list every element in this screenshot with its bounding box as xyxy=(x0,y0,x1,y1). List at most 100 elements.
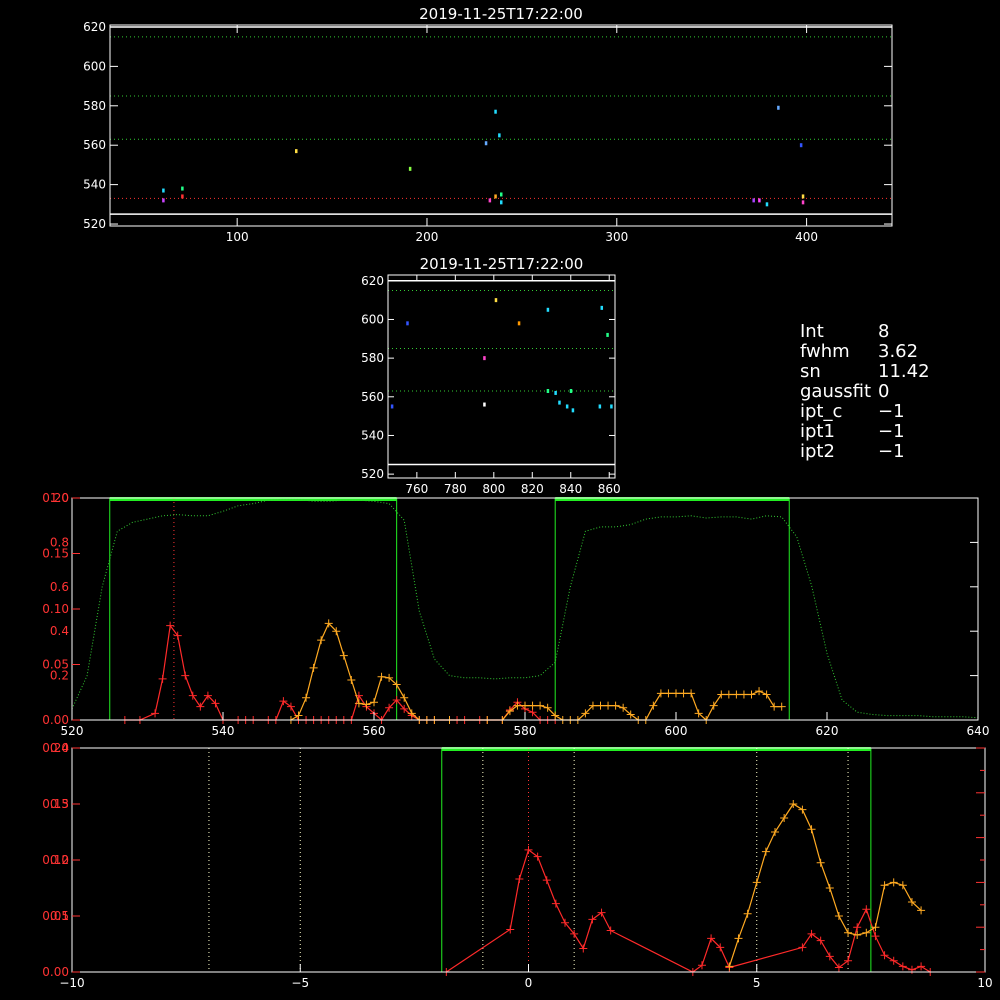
info-row-ipt1: ipt1 −1 xyxy=(800,422,990,442)
data-point-1-0 xyxy=(406,321,409,326)
y2-tick-label: 1.0 xyxy=(50,491,69,505)
data-point-0-15 xyxy=(765,202,769,207)
y2-tick-label: 0.6 xyxy=(50,580,69,594)
x-tick-label: 100 xyxy=(226,230,249,244)
y2-tick-label: 0.4 xyxy=(50,624,69,638)
info-value: −1 xyxy=(878,421,905,442)
info-key: fwhm xyxy=(800,341,850,362)
x-tick-label: 0 xyxy=(525,976,533,990)
x-tick-label: 820 xyxy=(521,482,544,496)
data-point-1-11 xyxy=(569,389,573,393)
info-value: 11.42 xyxy=(878,361,930,382)
data-point-1-2 xyxy=(483,356,486,361)
data-point-0-1 xyxy=(162,198,165,203)
data-point-0-10 xyxy=(494,194,497,199)
data-point-1-7 xyxy=(546,389,550,393)
data-point-1-10 xyxy=(565,404,569,409)
info-value: 8 xyxy=(878,321,890,342)
x-tick-label: 10 xyxy=(977,976,992,990)
y-tick-label: 600 xyxy=(361,312,384,326)
y-tick-label: 540 xyxy=(83,178,106,192)
data-point-1-15 xyxy=(606,332,609,337)
x-tick-label: 5 xyxy=(753,976,761,990)
x-tick-label: 200 xyxy=(416,230,439,244)
info-row-ipt-c: ipt_c −1 xyxy=(800,402,990,422)
info-key: ipt1 xyxy=(800,421,835,442)
data-point-1-8 xyxy=(554,390,557,395)
info-key: ipt_c xyxy=(800,401,843,422)
y-tick-label: 520 xyxy=(361,467,384,481)
y2-tick-label: 0.8 xyxy=(50,535,69,549)
y2-tick-label: 0.2 xyxy=(50,853,69,867)
info-key: Int xyxy=(800,321,824,342)
info-key: ipt2 xyxy=(800,441,835,462)
x-tick-label: 600 xyxy=(665,724,688,738)
x-tick-label: 640 xyxy=(967,724,990,738)
chart-title: 2019-11-25T17:22:00 xyxy=(420,255,584,273)
chart-title: 2019-11-25T17:22:00 xyxy=(419,5,583,23)
data-point-1-9 xyxy=(558,400,561,405)
data-point-0-16 xyxy=(777,105,780,110)
data-point-0-18 xyxy=(801,194,805,199)
data-point-1-5 xyxy=(517,321,521,326)
y-tick-label: 0.00 xyxy=(42,965,69,979)
info-key: gaussfit xyxy=(800,381,872,402)
info-value: −1 xyxy=(878,441,905,462)
data-point-0-13 xyxy=(752,198,755,203)
y-tick-label: 580 xyxy=(361,351,384,365)
data-point-0-3 xyxy=(181,194,184,199)
info-value: 0 xyxy=(878,381,890,402)
y-tick-label: 0.00 xyxy=(42,713,69,727)
x-tick-label: 300 xyxy=(605,230,628,244)
info-row-ipt2: ipt2 −1 xyxy=(800,442,990,462)
y2-tick-label: 0.2 xyxy=(50,669,69,683)
x-tick-label: 800 xyxy=(482,482,505,496)
data-point-1-1 xyxy=(390,404,394,409)
data-point-0-6 xyxy=(484,141,488,146)
data-point-0-11 xyxy=(500,192,503,197)
figure-canvas: 2019-11-25T17:22:00100 200 300 400520540560… xyxy=(0,0,1000,1000)
y-tick-label: 580 xyxy=(83,99,106,113)
info-row-gaussfit: gaussfit 0 xyxy=(800,382,990,402)
data-point-1-14 xyxy=(598,404,602,409)
data-point-0-2 xyxy=(181,186,184,191)
y-tick-label: 620 xyxy=(83,20,106,34)
data-point-1-6 xyxy=(546,307,550,312)
y-tick-label: 560 xyxy=(361,390,384,404)
data-point-0-14 xyxy=(758,198,761,203)
data-point-0-19 xyxy=(801,200,805,205)
info-panel: Int 8 fwhm 3.62 sn 11.42 gaussfit 0 ipt_c −1 … xyxy=(800,322,990,462)
info-row-fwhm: fwhm 3.62 xyxy=(800,342,990,362)
info-key: sn xyxy=(800,361,821,382)
x-tick-label: 860 xyxy=(598,482,621,496)
info-row-sn: sn 11.42 xyxy=(800,362,990,382)
data-point-0-12 xyxy=(500,200,503,205)
data-point-1-13 xyxy=(600,305,604,310)
data-point-0-17 xyxy=(799,143,803,148)
y-tick-label: 540 xyxy=(361,428,384,442)
info-row-int: Int 8 xyxy=(800,322,990,342)
data-point-1-16 xyxy=(610,404,613,409)
info-value: −1 xyxy=(878,401,905,422)
x-tick-label: 560 xyxy=(363,724,386,738)
y2-tick-label: 0.3 xyxy=(50,797,69,811)
data-point-0-8 xyxy=(498,133,501,138)
y2-tick-label: 0.1 xyxy=(50,909,69,923)
x-tick-label: 580 xyxy=(514,724,537,738)
data-point-1-3 xyxy=(483,402,486,407)
data-point-0-0 xyxy=(162,188,165,193)
x-tick-label: −5 xyxy=(291,976,309,990)
data-point-0-4 xyxy=(295,149,298,154)
y-tick-label: 600 xyxy=(83,59,106,73)
y-tick-label: 620 xyxy=(361,274,384,288)
x-tick-label: 840 xyxy=(559,482,582,496)
y2-tick-label: 0.4 xyxy=(50,741,69,755)
data-point-0-7 xyxy=(494,109,497,114)
x-tick-label: 620 xyxy=(816,724,839,738)
info-value: 3.62 xyxy=(878,341,919,362)
y-tick-label: 520 xyxy=(83,217,106,231)
data-point-0-5 xyxy=(408,166,412,171)
y-tick-label: 560 xyxy=(83,138,106,152)
x-tick-label: 400 xyxy=(795,230,818,244)
y-tick-label: 0.10 xyxy=(42,602,69,616)
